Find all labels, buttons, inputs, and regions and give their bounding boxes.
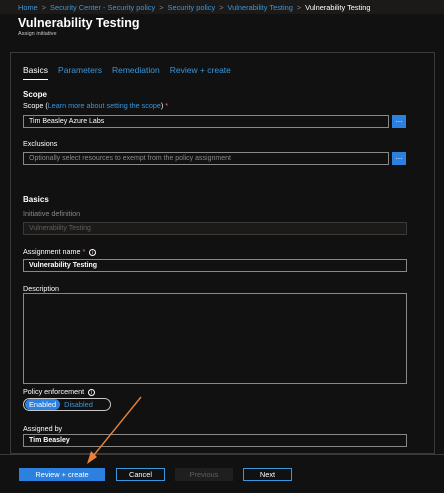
tab-review-create[interactable]: Review + create [170,65,231,80]
required-asterisk: * [82,247,86,256]
breadcrumb-separator: > [219,3,224,12]
assignment-name-label-text: Assignment name [23,247,81,256]
page-subtitle: Assign initiative [18,31,57,37]
tab-remediation[interactable]: Remediation [112,65,160,80]
breadcrumb-vulnerability-testing[interactable]: Vulnerability Testing [228,3,293,12]
breadcrumb-current: Vulnerability Testing [305,3,371,12]
description-textarea[interactable] [23,293,407,384]
description-label: Description [23,284,59,293]
info-icon[interactable]: i [88,389,96,396]
breadcrumb-security-policy[interactable]: Security policy [168,3,216,12]
toggle-enabled-option[interactable]: Enabled [25,399,61,410]
exclusions-label: Exclusions [23,139,58,148]
scope-browse-button[interactable]: ... [392,115,406,128]
policy-enforcement-label: Policy enforcement i [23,387,96,396]
initiative-definition-field: Vulnerability Testing [23,222,407,235]
initiative-definition-label: Initiative definition [23,209,81,218]
tab-basics[interactable]: Basics [23,65,49,80]
required-asterisk: * [165,101,169,110]
breadcrumb: Home > Security Center - Security policy > S… [0,0,444,14]
tab-parameters[interactable]: Parameters [58,65,102,80]
policy-enforcement-label-text: Policy enforcement [23,387,85,396]
scope-field[interactable]: Tim Beasley Azure Labs [23,115,389,128]
toggle-disabled-option[interactable]: Disabled [60,399,97,410]
scope-learn-more-link[interactable]: Learn more about setting the scope [48,101,161,110]
scope-section-title: Scope [23,90,48,99]
assigned-by-label: Assigned by [23,424,63,433]
breadcrumb-separator: > [41,3,47,12]
assignment-name-field[interactable]: Vulnerability Testing [23,259,407,272]
assigned-by-field[interactable]: Tim Beasley [23,434,407,447]
basics-section-title: Basics [23,195,49,204]
previous-button: Previous [175,468,233,481]
page-title: Vulnerability Testing [18,16,140,30]
review-create-button[interactable]: Review + create [19,468,105,481]
exclusions-field[interactable]: Optionally select resources to exempt fr… [23,152,389,165]
exclusions-browse-button[interactable]: ... [392,152,406,165]
policy-enforcement-toggle[interactable]: Enabled Disabled [23,398,111,411]
breadcrumb-separator: > [159,3,164,12]
tab-bar: Basics Parameters Remediation Review + c… [23,65,241,80]
next-button[interactable]: Next [243,468,292,481]
breadcrumb-security-center[interactable]: Security Center - Security policy [50,3,155,12]
cancel-button[interactable]: Cancel [116,468,165,481]
assignment-name-label: Assignment name * i [23,247,97,256]
page-header: Vulnerability Testing Assign initiative [18,16,140,37]
breadcrumb-home[interactable]: Home [18,3,38,12]
scope-label-text: Scope [23,101,44,110]
scope-label: Scope (Learn more about setting the scop… [23,101,169,110]
info-icon[interactable]: i [89,249,97,256]
breadcrumb-separator: > [296,3,302,12]
